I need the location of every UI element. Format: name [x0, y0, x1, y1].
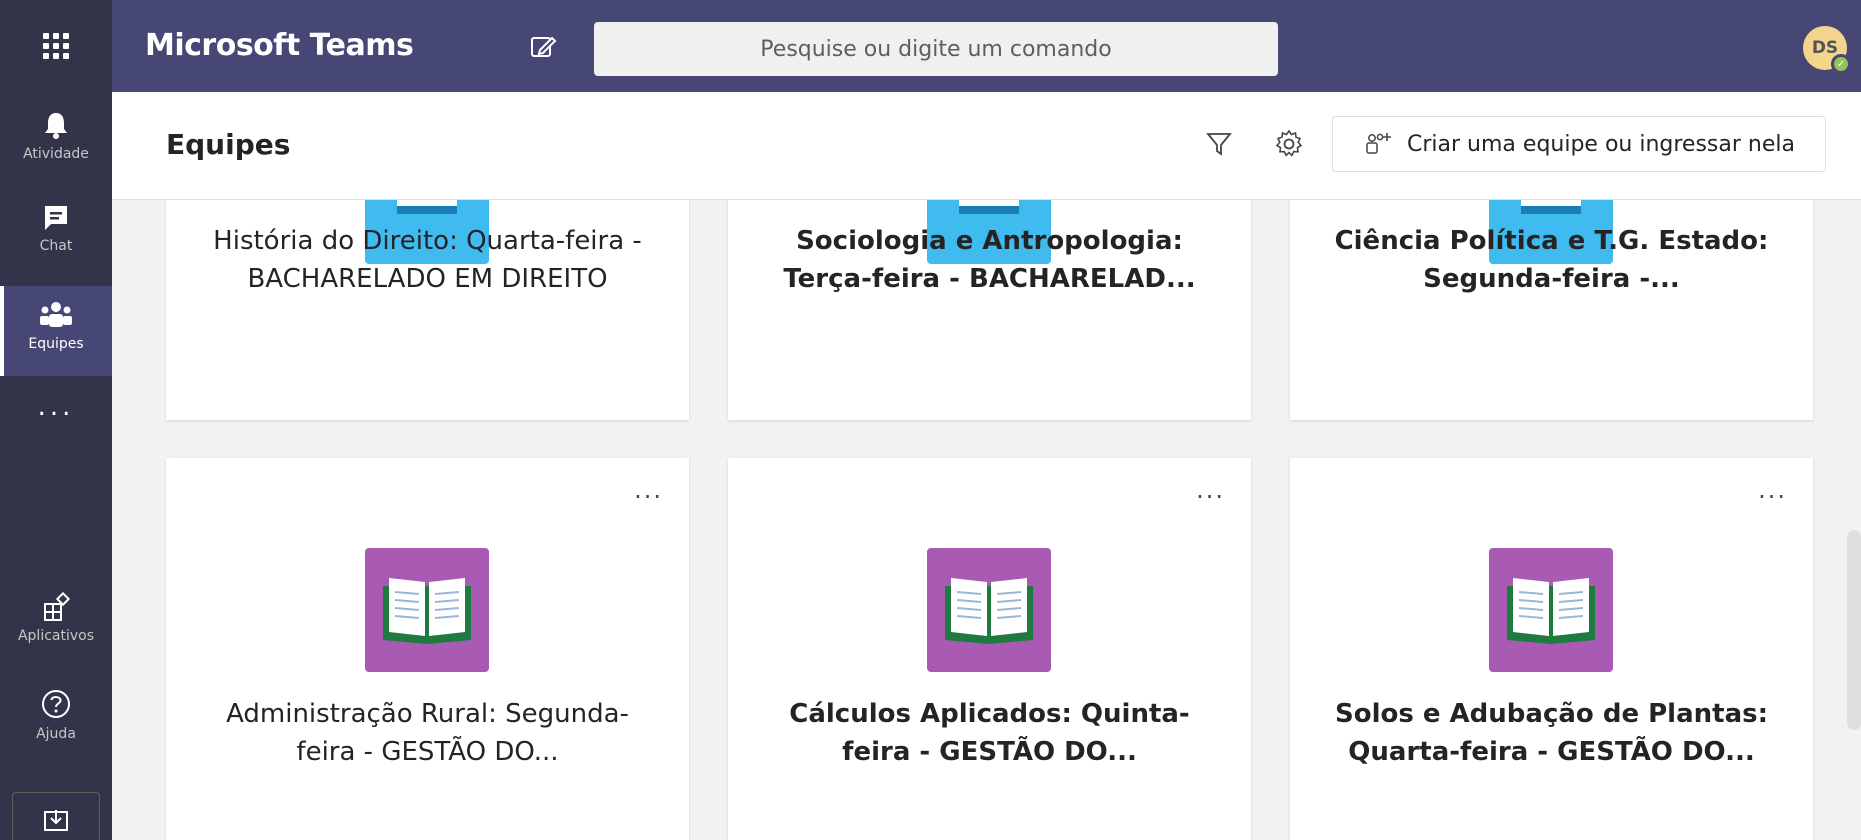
top-bar: Microsoft Teams Pesquise ou digite um co…	[0, 0, 1861, 92]
filter-icon	[1206, 133, 1232, 156]
status-available-icon: ✓	[1831, 54, 1851, 74]
team-name-line: Solos e Adubação de Plantas:	[1334, 699, 1768, 729]
book-icon	[945, 578, 1033, 644]
team-name-line: Terça-feira - BACHARELAD...	[783, 264, 1196, 294]
team-tile-icon	[927, 548, 1051, 672]
rail-more-button[interactable]: ...	[0, 392, 112, 432]
team-card[interactable]: Sociologia e Antropologia: Terça-feira -…	[728, 200, 1251, 420]
team-name-line: feira - GESTÃO DO...	[296, 737, 559, 767]
team-name-line: BACHARELADO EM DIREITO	[247, 264, 608, 294]
left-rail: Atividade Chat Equipes ... Aplicativos A…	[0, 92, 112, 840]
add-team-icon	[1366, 133, 1392, 154]
team-name: Solos e Adubação de Plantas: Quarta-feir…	[1310, 695, 1793, 771]
team-name-line: Sociologia e Antropologia:	[796, 226, 1183, 256]
team-name-line: Cálculos Aplicados: Quinta-	[789, 699, 1190, 729]
gear-icon	[1275, 129, 1303, 157]
team-name-line: História do Direito: Quarta-feira -	[213, 226, 642, 256]
filter-button[interactable]	[1205, 130, 1233, 162]
download-app-button[interactable]	[12, 792, 100, 840]
create-or-join-team-button[interactable]: Criar uma equipe ou ingressar nela	[1332, 116, 1826, 172]
search-input[interactable]: Pesquise ou digite um comando	[594, 22, 1278, 76]
team-more-options-button[interactable]: ...	[1758, 476, 1787, 504]
scrollbar-thumb[interactable]	[1847, 530, 1861, 730]
rail-item-label: Ajuda	[36, 726, 76, 742]
app-launcher-button[interactable]	[0, 0, 112, 92]
team-name-line: Ciência Política e T.G. Estado:	[1334, 226, 1769, 256]
page-title: Equipes	[166, 128, 291, 161]
team-more-options-button[interactable]: ...	[1196, 476, 1225, 504]
team-card[interactable]: Ciência Política e T.G. Estado: Segunda-…	[1290, 200, 1813, 420]
rail-item-label: Chat	[39, 238, 73, 254]
rail-item-chat[interactable]: Chat	[0, 202, 112, 278]
team-name-line: feira - GESTÃO DO...	[842, 737, 1137, 767]
new-chat-button[interactable]	[528, 32, 558, 62]
chat-icon	[45, 206, 67, 230]
team-name-line: Segunda-feira -...	[1423, 264, 1680, 294]
rail-item-label: Equipes	[28, 336, 84, 352]
team-name-line: Administração Rural: Segunda-	[226, 699, 629, 729]
bell-icon	[45, 113, 67, 139]
team-name: Cálculos Aplicados: Quinta- feira - GEST…	[748, 695, 1231, 771]
team-name-line: Quarta-feira - GESTÃO DO...	[1348, 737, 1755, 767]
rail-item-ajuda[interactable]: Ajuda	[0, 688, 112, 764]
team-name: História do Direito: Quarta-feira - BACH…	[186, 222, 669, 298]
waffle-icon	[43, 33, 69, 59]
app-title: Microsoft Teams	[145, 28, 414, 63]
apps-icon	[44, 592, 71, 621]
more-icon: ...	[37, 392, 75, 422]
team-tile-icon	[1489, 548, 1613, 672]
team-card[interactable]: ... Administração Rural: Segunda- feira …	[166, 458, 689, 840]
avatar[interactable]: DS ✓	[1803, 26, 1851, 74]
team-card[interactable]: ... Solos e Adubação de Plantas: Quarta-…	[1290, 458, 1813, 840]
team-card[interactable]: ... Cálculos Aplicados: Quinta- feira - …	[728, 458, 1251, 840]
teams-grid: História do Direito: Quarta-feira - BACH…	[112, 200, 1861, 840]
rail-item-aplicativos[interactable]: Aplicativos	[0, 592, 112, 668]
team-name: Administração Rural: Segunda- feira - GE…	[186, 695, 669, 771]
rail-item-atividade[interactable]: Atividade	[0, 110, 112, 186]
create-button-label: Criar uma equipe ou ingressar nela	[1407, 131, 1795, 157]
book-icon	[383, 578, 471, 644]
rail-item-equipes[interactable]: Equipes	[0, 286, 112, 376]
page-header: Equipes Criar uma equipe ou ingressar ne…	[112, 92, 1861, 200]
book-icon	[1507, 578, 1595, 644]
download-icon	[44, 810, 68, 831]
team-name: Sociologia e Antropologia: Terça-feira -…	[748, 222, 1231, 298]
team-card[interactable]: História do Direito: Quarta-feira - BACH…	[166, 200, 689, 420]
team-more-options-button[interactable]: ...	[634, 476, 663, 504]
rail-item-label: Atividade	[23, 146, 89, 162]
team-name: Ciência Política e T.G. Estado: Segunda-…	[1310, 222, 1793, 298]
active-indicator	[0, 286, 4, 376]
teams-icon	[40, 302, 72, 327]
rail-item-label: Aplicativos	[17, 628, 95, 644]
help-icon	[42, 690, 70, 718]
team-tile-icon	[365, 548, 489, 672]
manage-teams-button[interactable]	[1273, 128, 1305, 164]
compose-icon	[531, 36, 557, 57]
